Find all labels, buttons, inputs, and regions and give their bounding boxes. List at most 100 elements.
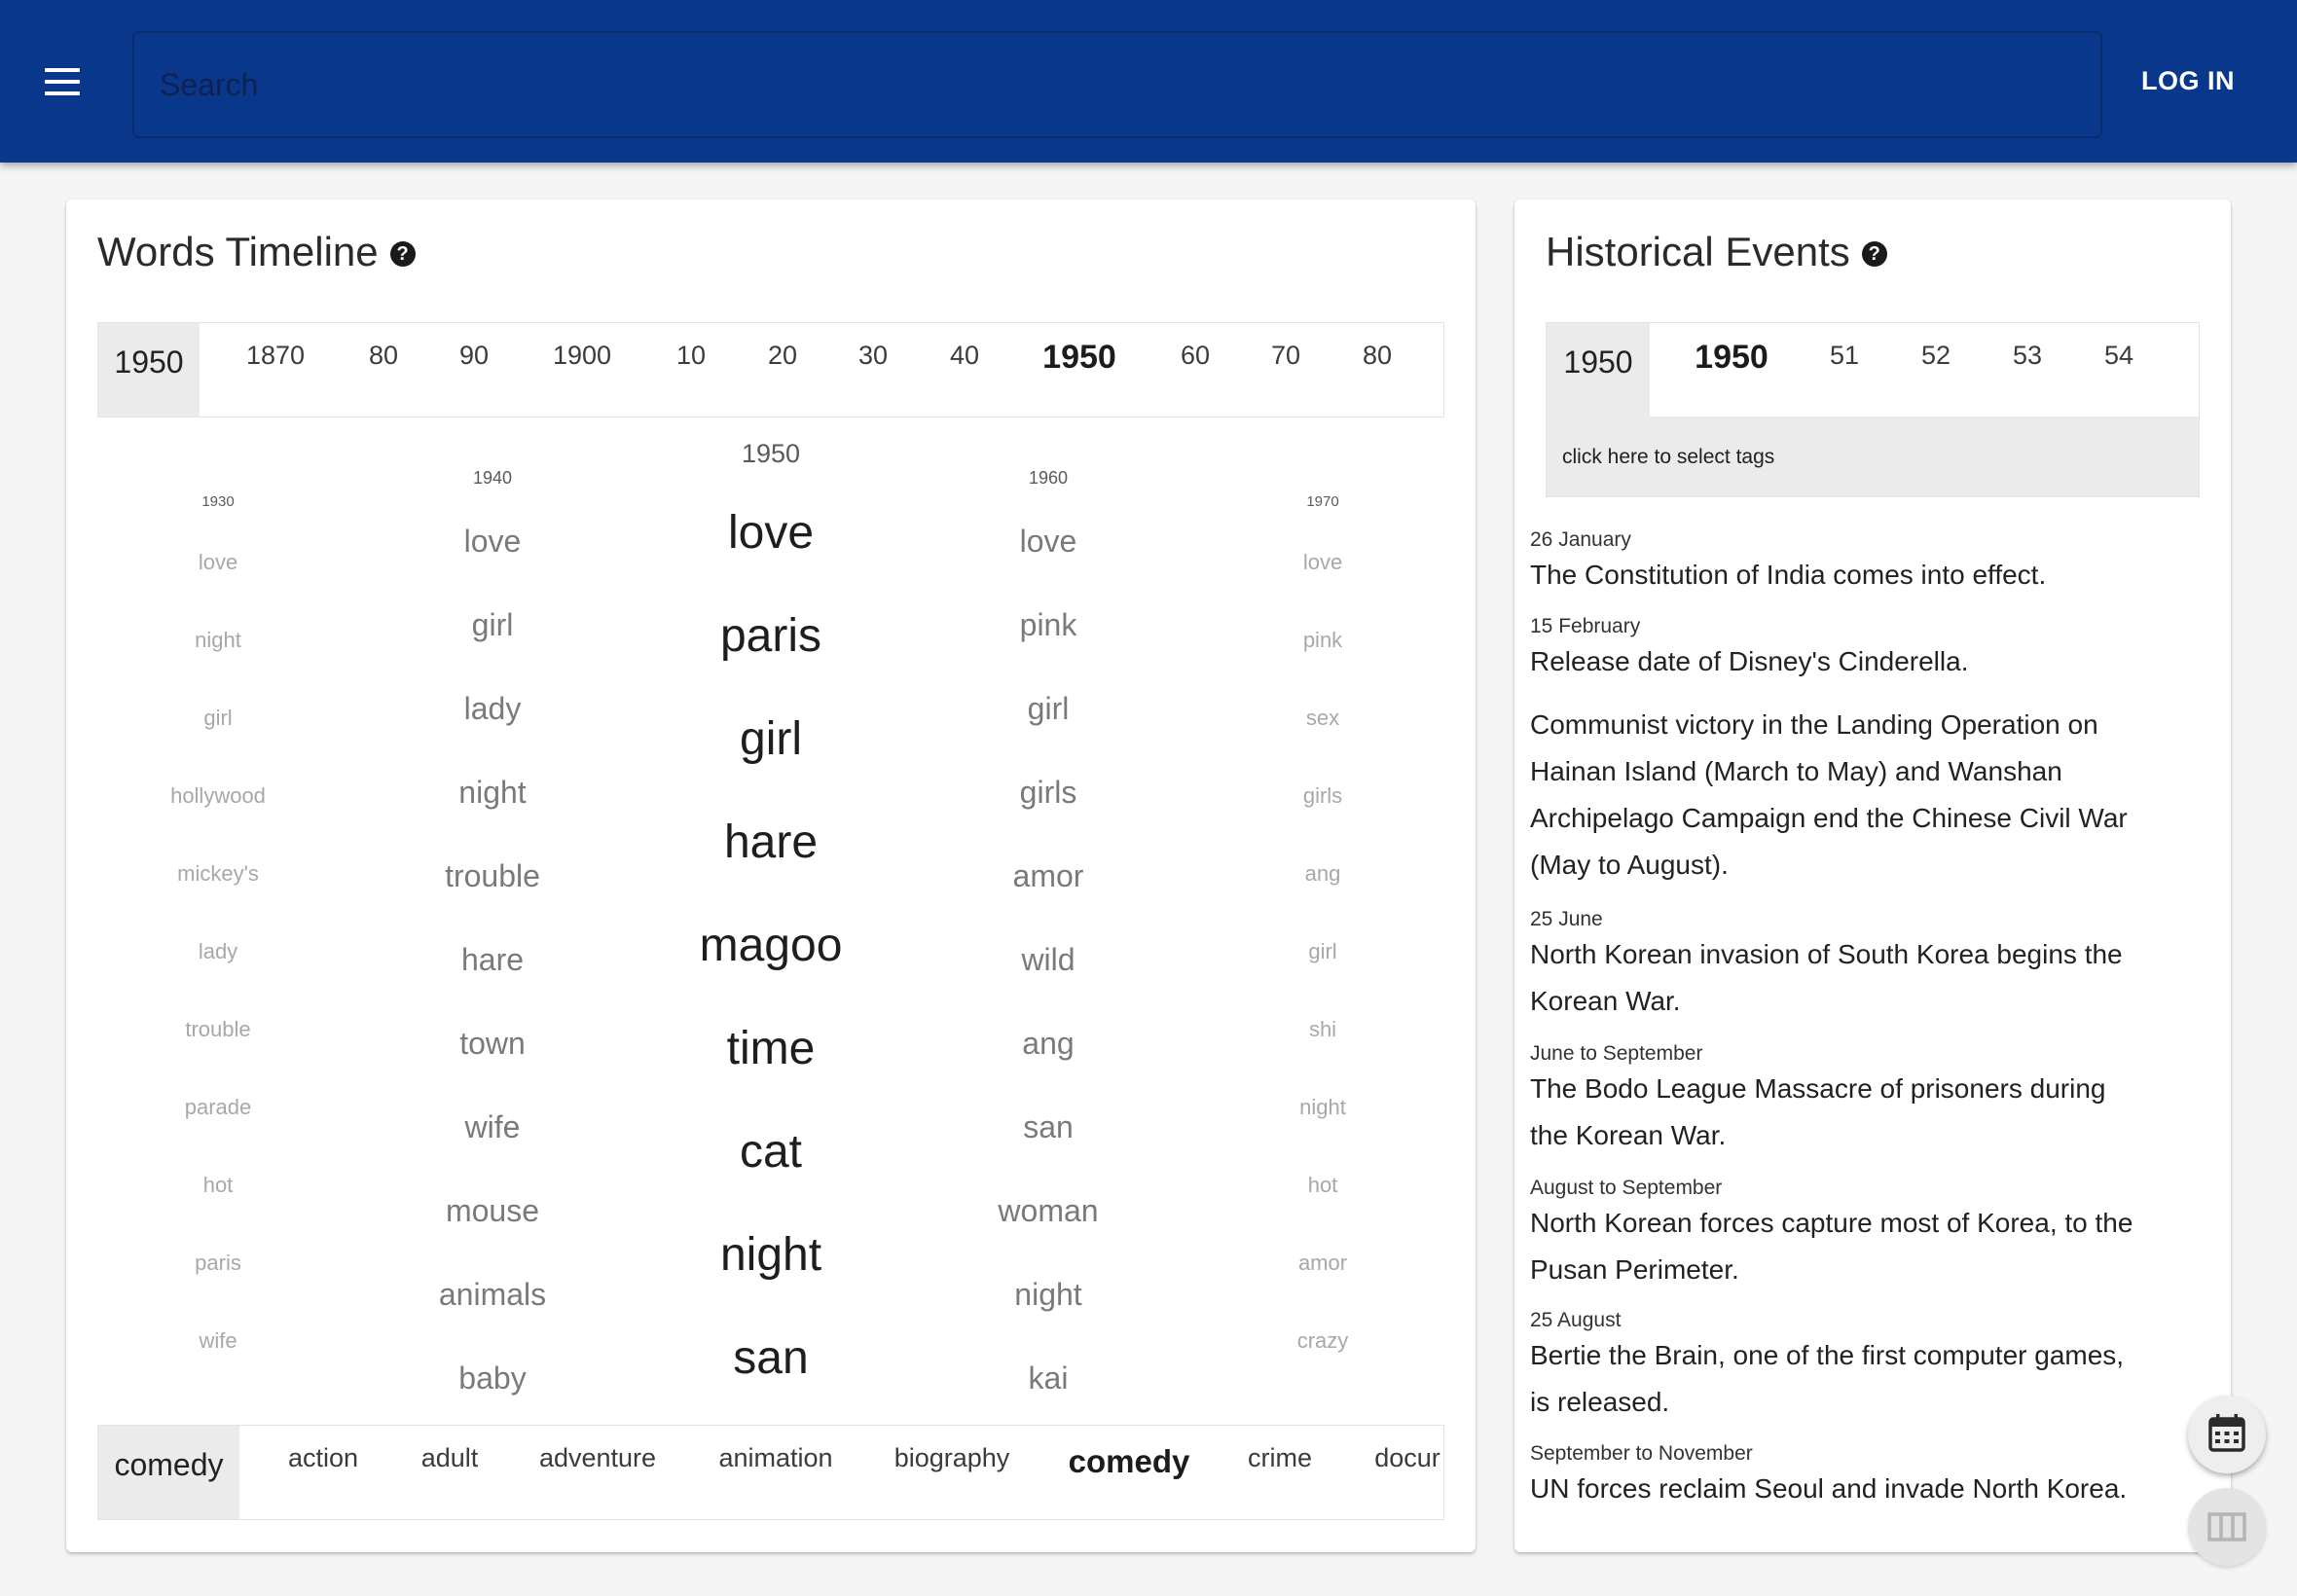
search-input[interactable] [132,31,2102,138]
timeline-word[interactable]: animals [439,1277,546,1313]
timeline-word[interactable]: woman [998,1193,1098,1229]
timeline-word[interactable]: paris [720,609,821,663]
timeline-word[interactable]: lady [464,691,522,727]
genre-option[interactable]: docur [1374,1443,1440,1473]
timeline-word[interactable]: night [195,628,241,653]
event-date: 25 June [1530,908,1603,930]
calendar-button[interactable] [2188,1396,2266,1473]
historical-events-title-text: Historical Events [1546,229,1850,274]
timeline-word[interactable]: wife [465,1109,521,1145]
timeline-word[interactable]: hollywood [170,783,266,809]
timeline-word[interactable]: girl [1028,691,1070,727]
timeline-word[interactable]: mickey's [177,861,259,887]
timeline-word[interactable]: hare [461,942,524,978]
event-description: (May to August). [1530,850,1729,880]
timeline-word[interactable]: night [720,1228,821,1282]
timeline-word[interactable]: shi [1309,1017,1336,1042]
timeline-word[interactable]: lady [199,939,237,964]
timeline-word[interactable]: girl [740,712,802,766]
timeline-word[interactable]: sex [1306,706,1339,731]
genre-option[interactable]: adventure [539,1443,656,1473]
timeline-word[interactable]: night [1299,1095,1346,1120]
event-date: June to September [1530,1042,1703,1065]
timeline-word[interactable]: kai [1029,1360,1069,1396]
event-description: Communist victory in the Landing Operati… [1530,709,2098,740]
year-option-selected[interactable]: 1950 [1695,339,1768,377]
timeline-word[interactable]: baby [458,1360,526,1396]
genre-current[interactable]: comedy [98,1426,239,1519]
year-selector: 1950 1950 51 52 53 54 click here to sele… [1546,322,2200,497]
timeline-word[interactable]: ang [1305,861,1341,887]
timeline-word[interactable]: hot [1308,1173,1338,1198]
genre-option[interactable]: action [288,1443,358,1473]
timeline-word[interactable]: crazy [1297,1328,1349,1354]
timeline-word[interactable]: trouble [445,858,540,894]
timeline-word[interactable]: girls [1020,775,1077,811]
event-description: Bertie the Brain, one of the first compu… [1530,1340,2125,1370]
timeline-word[interactable]: girls [1303,783,1342,809]
timeline-word[interactable]: san [1023,1109,1074,1145]
year-option[interactable]: 54 [2104,341,2133,371]
genre-option[interactable]: adult [421,1443,479,1473]
year-option[interactable]: 53 [2013,341,2042,371]
timeline-word[interactable]: love [199,550,237,575]
year-option[interactable]: 52 [1921,341,1951,371]
year-option[interactable]: 51 [1830,341,1859,371]
timeline-word[interactable]: hot [203,1173,234,1198]
timeline-word[interactable]: girl [203,706,232,731]
timeline-word[interactable]: pink [1303,628,1342,653]
timeline-word[interactable]: parade [185,1095,252,1120]
event-item: 26 January The Constitution of India come… [1530,528,2163,598]
event-item: 25 June North Korean invasion of South Ko… [1530,908,2163,1025]
genre-option[interactable]: animation [718,1443,832,1473]
event-date: 15 February [1530,615,1641,637]
timeline-word[interactable]: hare [724,816,818,869]
event-description: Pusan Perimeter. [1530,1254,1739,1285]
event-description: The Bodo League Massacre of prisoners du… [1530,1073,2106,1104]
timeline-word[interactable]: mouse [446,1193,539,1229]
timeline-word[interactable]: cat [740,1125,802,1179]
columns-button[interactable] [2188,1488,2266,1566]
event-description: Archipelago Campaign end the Chinese Civ… [1530,803,2128,833]
timeline-word[interactable]: night [1014,1277,1081,1313]
event-item: Communist victory in the Landing Operati… [1530,702,2163,889]
event-description: North Korean forces capture most of Kore… [1530,1208,2133,1238]
event-description: Hainan Island (March to May) and Wanshan [1530,756,2062,786]
event-date: 25 August [1530,1309,1622,1331]
timeline-word[interactable]: love [1020,524,1077,560]
timeline-word[interactable]: trouble [185,1017,250,1042]
timeline-word[interactable]: girl [472,607,514,643]
timeline-word[interactable]: girl [1308,939,1336,964]
timeline-word[interactable]: time [727,1022,816,1075]
timeline-word[interactable]: amor [1013,858,1084,894]
word-column-year: 1950 [741,439,801,468]
genre-option[interactable]: biography [894,1443,1010,1473]
timeline-word[interactable]: ang [1022,1026,1074,1062]
timeline-word[interactable]: pink [1020,607,1077,643]
event-description: UN forces reclaim Seoul and invade North… [1530,1473,2128,1504]
login-button[interactable]: LOG IN [2120,56,2256,105]
event-date: August to September [1530,1177,1723,1199]
timeline-word[interactable]: town [459,1026,526,1062]
timeline-word[interactable]: paris [195,1251,241,1276]
timeline-word[interactable]: wild [1021,942,1075,978]
timeline-word[interactable]: love [1303,550,1342,575]
timeline-word[interactable]: love [464,524,522,560]
timeline-word[interactable]: amor [1298,1251,1347,1276]
question-circle-icon[interactable]: ? [1861,241,1887,267]
timeline-word[interactable]: night [458,775,526,811]
select-tags-prompt[interactable]: click here to select tags [1547,417,2199,496]
timeline-word[interactable]: love [728,506,814,560]
word-column-year: 1930 [201,493,235,510]
timeline-word[interactable]: wife [199,1328,237,1354]
event-description: Release date of Disney's Cinderella. [1530,646,1969,676]
event-description: is released. [1530,1387,1670,1417]
event-item: June to September The Bodo League Massacr… [1530,1042,2163,1159]
timeline-word[interactable]: magoo [700,919,843,972]
hamburger-menu-icon[interactable] [39,60,86,103]
genre-option[interactable]: crime [1248,1443,1312,1473]
year-current[interactable]: 1950 [1547,323,1650,417]
genre-option-selected[interactable]: comedy [1069,1443,1190,1480]
columns-icon [2207,1512,2246,1542]
timeline-word[interactable]: san [733,1331,808,1385]
